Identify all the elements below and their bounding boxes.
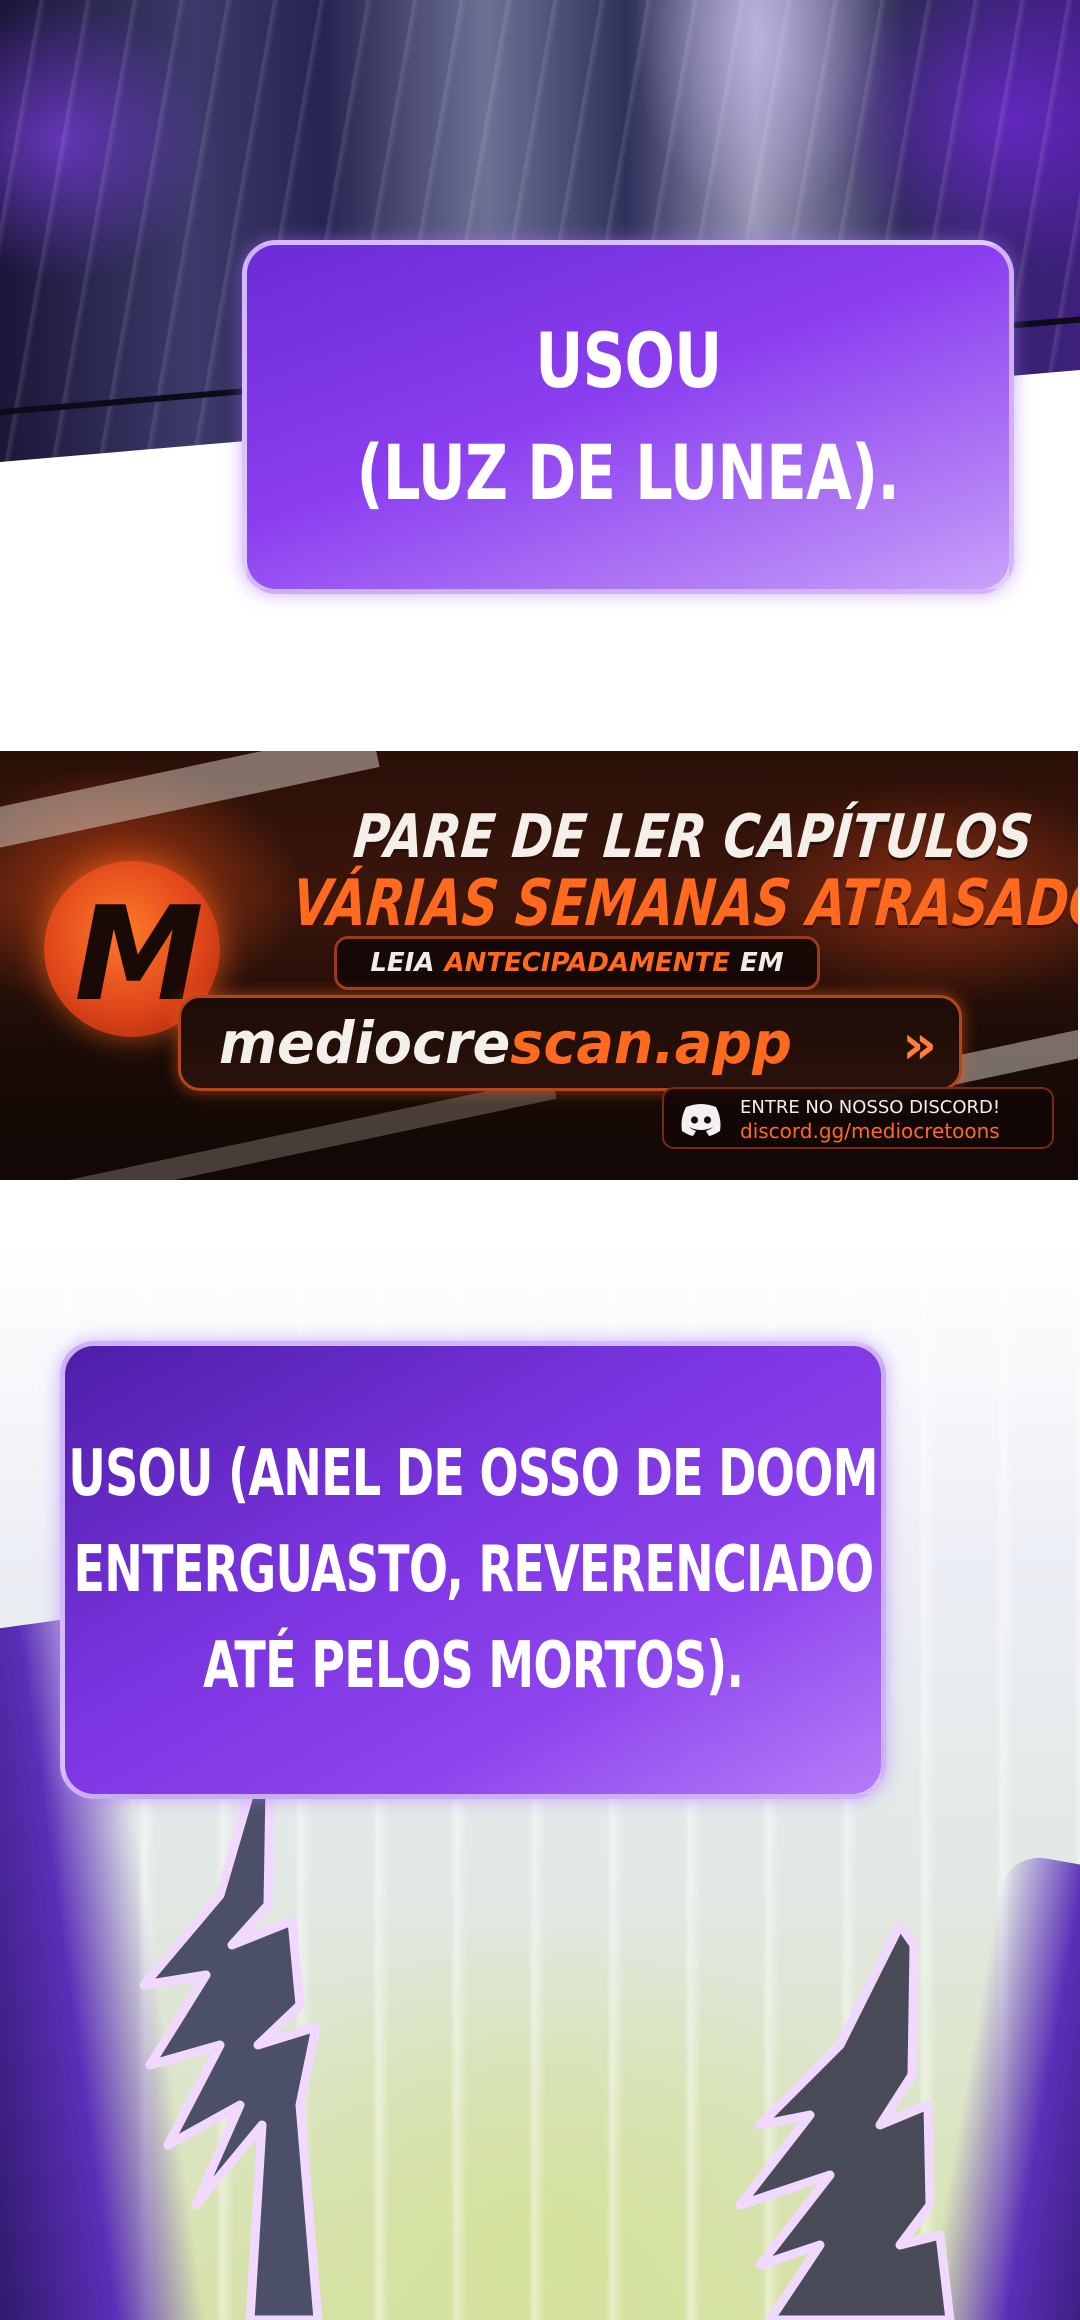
promo-banner[interactable]: M PARE DE LER CAPÍTULOS VÁRIAS SEMANAS A… <box>0 751 1078 1180</box>
brush-stroke <box>43 1077 557 1180</box>
caption-line: ENTERGUASTO, REVERENCIADO <box>73 1533 874 1607</box>
site-url-text: mediocrescan.app <box>219 1003 792 1083</box>
read-suffix: EM <box>740 948 784 978</box>
double-chevron-right-icon: » <box>902 1013 937 1076</box>
url-part-2: scan.app <box>510 1009 793 1077</box>
caption-box-anel-de-osso: USOU (ANEL DE OSSO DE DOOM ENTERGUASTO, … <box>60 1341 886 1799</box>
discord-title: ENTRE NO NOSSO DISCORD! <box>740 1097 1001 1118</box>
caption-line: (LUZ DE LUNEA). <box>356 428 900 517</box>
discord-link: discord.gg/mediocretoons <box>740 1119 1000 1143</box>
discord-invite-link[interactable]: ENTRE NO NOSSO DISCORD! discord.gg/medio… <box>662 1087 1054 1149</box>
read-accent: ANTECIPADAMENTE <box>444 948 730 978</box>
discord-icon <box>681 1104 721 1136</box>
banner-headline-2: VÁRIAS SEMANAS ATRASADO! <box>289 867 1078 941</box>
banner-headline-1: PARE DE LER CAPÍTULOS <box>350 802 1036 872</box>
caption-line: USOU <box>534 316 722 405</box>
caption-line: USOU (ANEL DE OSSO DE DOOM <box>68 1437 878 1511</box>
brush-stroke <box>0 751 380 855</box>
bone-spike-left <box>139 1760 323 2320</box>
caption-box-luz-de-lunea: USOU (LUZ DE LUNEA). <box>242 240 1014 594</box>
caption-line: ATÉ PELOS MORTOS). <box>202 1629 744 1703</box>
site-url-link[interactable]: mediocrescan.app » <box>178 995 962 1091</box>
read-early-label: LEIA ANTECIPADAMENTE EM <box>334 936 820 990</box>
bone-spike-right <box>735 1920 955 2320</box>
url-part-1: mediocre <box>219 1009 511 1077</box>
read-prefix: LEIA <box>370 948 435 978</box>
